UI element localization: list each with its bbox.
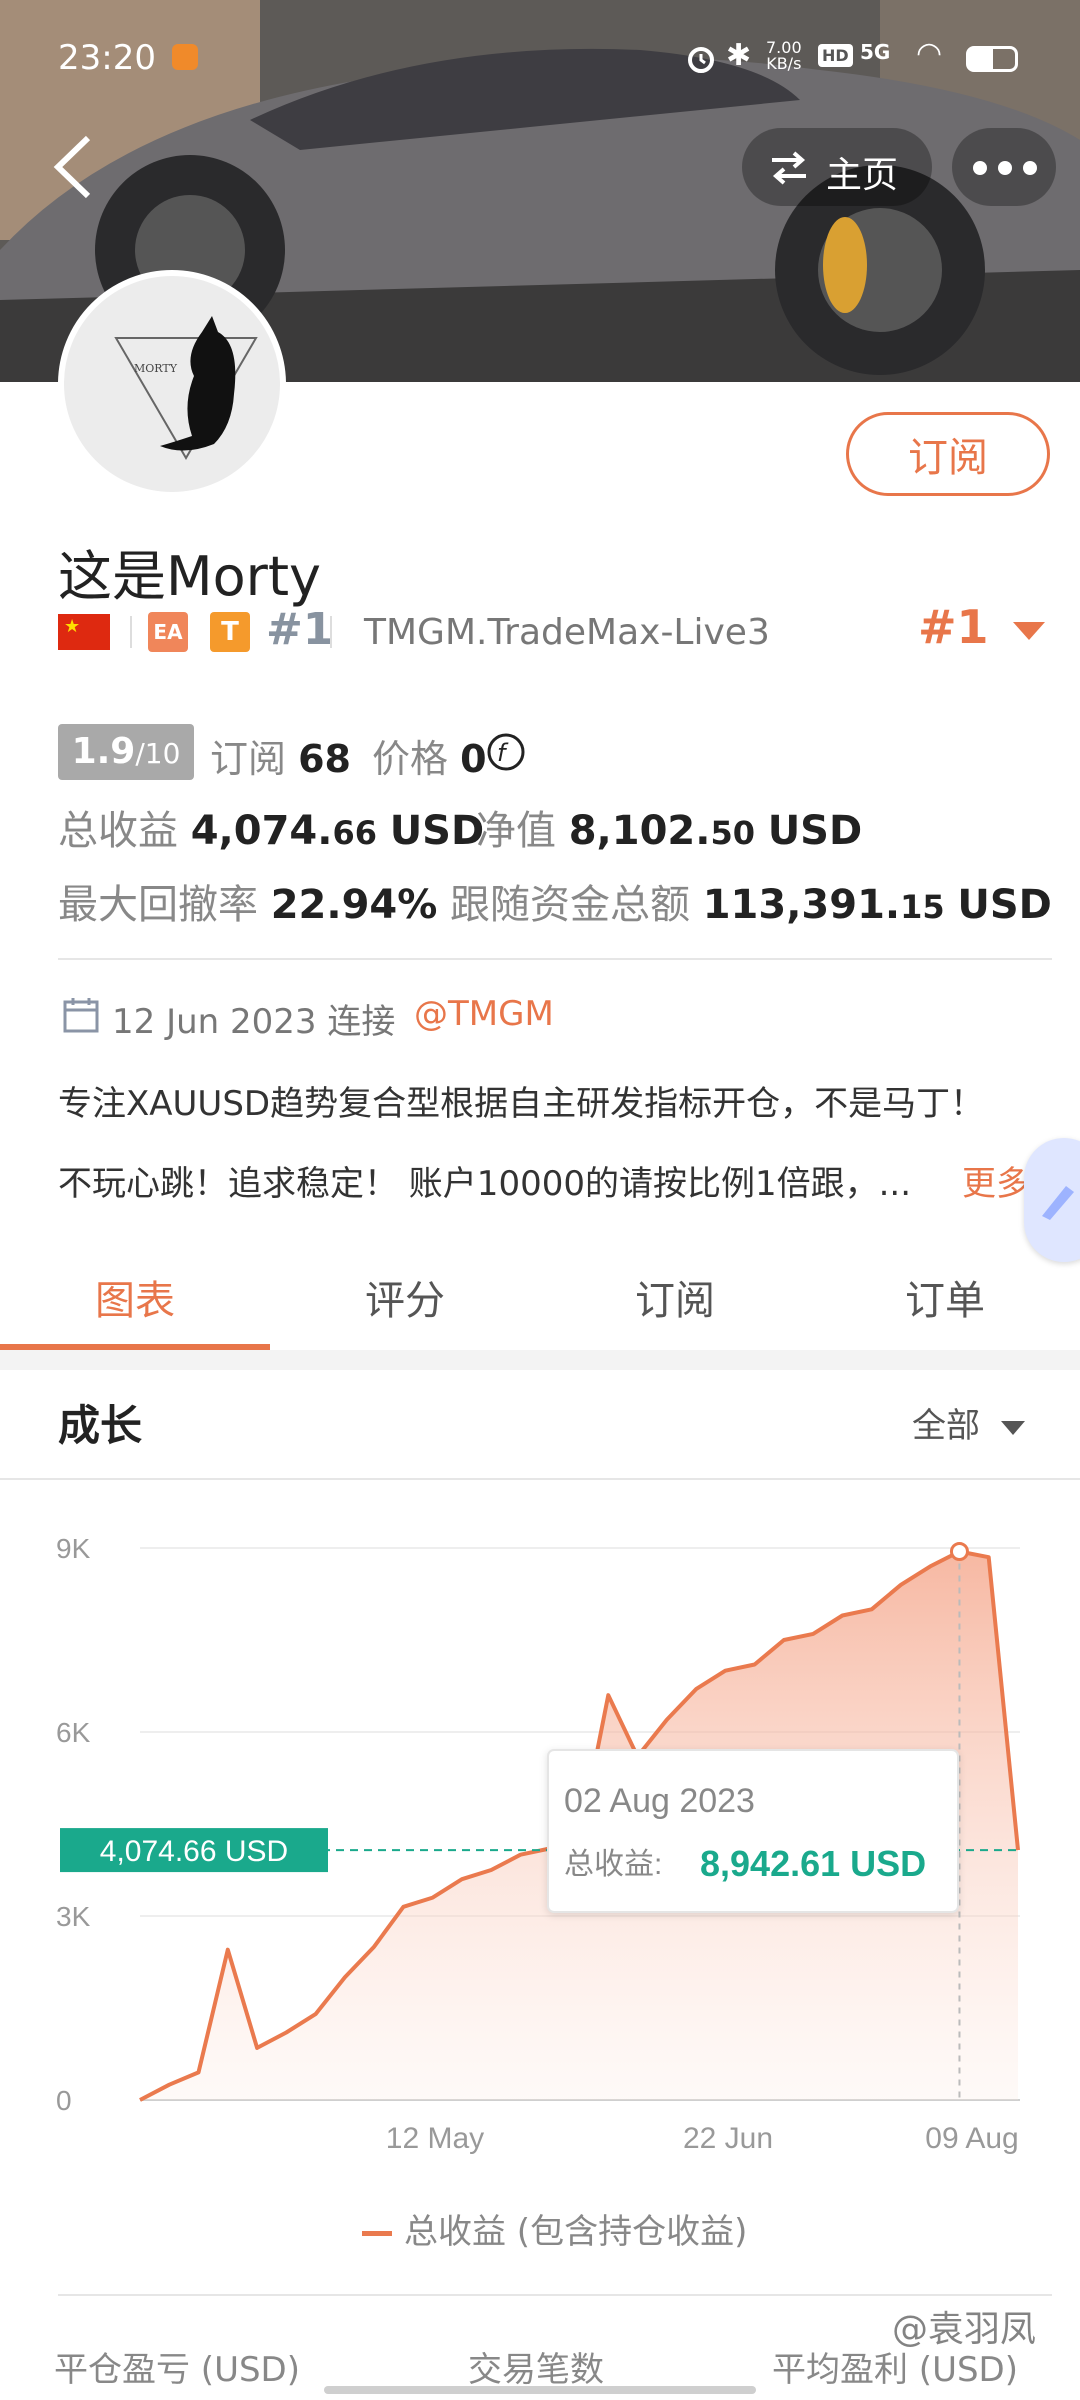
hd-icon: HD — [818, 44, 853, 67]
divider — [0, 1478, 1080, 1480]
closed-pnl-label: 平仓盈亏 (USD) — [54, 2350, 300, 2390]
morty-logo-icon: MORTY — [114, 316, 258, 460]
x-tick-label: 12 May — [386, 2122, 484, 2155]
drawdown-stat: 最大回撤率 22.94% — [58, 882, 438, 928]
broker-link[interactable]: @TMGM — [414, 994, 554, 1034]
range-filter-label: 全部 — [912, 1406, 980, 1446]
price-stat: 价格 0 — [372, 737, 487, 781]
y-tick-label: 6K — [56, 1717, 91, 1748]
app-notification-icon — [172, 44, 198, 70]
equity-stat: 净值 8,102.50 USD — [476, 808, 863, 854]
edit-icon — [1042, 1186, 1074, 1220]
triangle-down-icon — [1012, 621, 1045, 640]
calendar-icon — [63, 998, 99, 1033]
follow-funds-stat: 跟随资金总额 113,391.15 USD — [450, 882, 1052, 928]
tooltip-date: 02 Aug 2023 — [564, 1782, 755, 1820]
avatar[interactable]: MORTY — [58, 270, 286, 498]
badge-divider — [130, 616, 132, 648]
tooltip-box — [547, 1749, 959, 1913]
section-title: 成长 — [58, 1401, 143, 1450]
triangle-down-icon — [1000, 1420, 1025, 1435]
subscribers-stat: 订阅 68 — [210, 737, 351, 781]
trade-count-label: 交易笔数 — [468, 2350, 604, 2390]
more-options-button[interactable] — [952, 128, 1056, 206]
tab-orders[interactable]: 订单 — [810, 1268, 1080, 1326]
score-badge: 1.9/10 — [58, 724, 194, 780]
ea-badge: EA — [148, 612, 188, 652]
y-tick-label: 3K — [56, 1901, 91, 1932]
tooltip-label: 总收益: — [564, 1848, 662, 1881]
range-filter[interactable]: 全部 — [912, 1398, 1025, 1447]
floating-edit-button[interactable] — [1024, 1138, 1080, 1262]
divider — [58, 958, 1052, 960]
hover-point — [949, 1542, 969, 1562]
divider — [58, 2294, 1052, 2296]
growth-chart[interactable]: 9K 6K 3K 0 12 May 22 Jun 09 Aug 4,074.66 USD 02 … — [0, 1500, 1080, 2160]
watermark: @袁羽凤 — [892, 2309, 1037, 2350]
back-arrow-icon[interactable] — [50, 132, 94, 202]
tab-rating[interactable]: 评分 — [270, 1268, 540, 1326]
rank-dropdown-label: #1 — [918, 600, 989, 654]
more-link[interactable]: 更多 — [962, 1156, 1030, 1205]
svg-text:MORTY: MORTY — [134, 362, 178, 375]
home-button-label: 主页 — [826, 155, 899, 196]
y-tick-label: 0 — [56, 2085, 72, 2116]
status-time: 23:20 — [58, 38, 156, 78]
reference-label: 4,074.66 USD — [100, 1835, 288, 1868]
section-gap — [0, 1350, 1080, 1370]
wifi-icon: ◠ — [916, 36, 943, 71]
t-badge: T — [210, 612, 250, 652]
rank-dropdown[interactable]: #1 — [918, 600, 1045, 654]
coin-icon: f — [487, 733, 525, 771]
network-speed: 7.00 KB/s — [766, 38, 802, 73]
legend-swatch — [362, 2231, 392, 2236]
tab-subscriptions[interactable]: 订阅 — [540, 1268, 810, 1326]
bluetooth-icon: ✱ — [726, 38, 752, 73]
chart-legend: 总收益 (包含持仓收益) — [362, 2204, 747, 2253]
description-line-1: 专注XAUUSD趋势复合型根据自主研发指标开仓，不是马丁！ — [58, 1084, 985, 1124]
tab-chart[interactable]: 图表 — [0, 1268, 270, 1326]
more-dots-icon — [973, 161, 1037, 175]
battery-icon — [966, 46, 1018, 72]
broker-name: TMGM.TradeMax-Live3 — [364, 612, 770, 653]
description-line-2: 不玩心跳！追求稳定！ 账户10000的请按比例1倍跟，... — [58, 1164, 912, 1204]
rank-badge: #1 — [266, 604, 334, 655]
y-tick-label: 9K — [56, 1533, 91, 1564]
x-tick-label: 22 Jun — [683, 2122, 773, 2155]
home-button[interactable]: 主页 — [742, 128, 932, 206]
home-indicator[interactable] — [324, 2386, 756, 2394]
total-profit-stat: 总收益 4,074.66 USD — [58, 808, 485, 854]
connection-date: 12 Jun 2023 连接 — [112, 1002, 396, 1042]
swap-icon — [772, 151, 806, 185]
legend-label: 总收益 (包含持仓收益) — [404, 2212, 748, 2252]
tooltip-value: 8,942.61 USD — [700, 1843, 926, 1884]
china-flag-icon: ★ — [58, 614, 110, 650]
alarm-icon — [688, 47, 714, 73]
signal-icon: 5G — [860, 40, 891, 64]
trader-name: 这是Morty — [58, 545, 321, 608]
tab-bar: 图表 评分 订阅 订单 — [0, 1260, 1080, 1350]
subscribe-button[interactable]: 订阅 — [846, 412, 1050, 496]
x-tick-label: 09 Aug — [925, 2122, 1018, 2155]
broker-divider — [330, 616, 332, 648]
svg-text:f: f — [497, 739, 509, 767]
